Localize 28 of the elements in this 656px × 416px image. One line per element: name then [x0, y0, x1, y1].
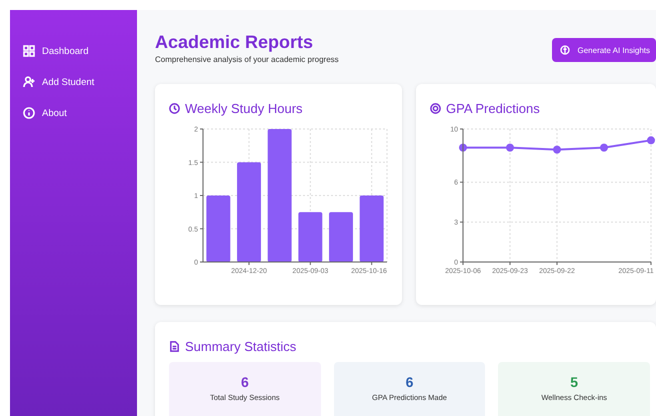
sidebar-item[interactable]: Dashboard: [10, 42, 88, 60]
bar: [329, 212, 353, 262]
point: [459, 144, 467, 152]
page-subtitle: Comprehensive analysis of your academic progress: [155, 55, 339, 64]
point: [506, 144, 514, 152]
stat-value: 6: [406, 374, 414, 390]
stat-value: 5: [570, 374, 578, 390]
point: [600, 144, 608, 152]
bar: [298, 212, 322, 262]
card-title: Summary Statistics: [185, 338, 296, 354]
circle-icon: [560, 45, 570, 55]
generate-insights-button[interactable]: Generate AI Insights: [552, 38, 656, 62]
clock-icon: [169, 102, 180, 114]
sidebar-item[interactable]: Add Student: [10, 73, 94, 91]
sidebar-item[interactable]: About: [10, 104, 67, 122]
document-icon: [169, 340, 180, 352]
point: [553, 146, 561, 154]
target-icon: [430, 102, 441, 114]
card-title: GPA Predictions: [446, 100, 540, 116]
grid-icon: [23, 45, 35, 57]
page-title: Academic Reports: [155, 32, 314, 53]
point: [647, 136, 655, 144]
card-title: Weekly Study Hours: [185, 100, 303, 116]
user-plus-icon: [23, 76, 35, 88]
stat-value: 6: [240, 374, 249, 390]
bar: [206, 196, 230, 262]
bar: [360, 196, 384, 262]
info-icon: [23, 107, 35, 119]
